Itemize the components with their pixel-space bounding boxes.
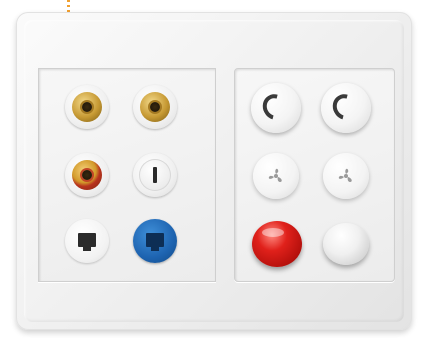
fan-switch-2[interactable] [323,153,369,199]
coax-icon [139,159,171,191]
ethernet-port-icon [78,233,96,247]
rca-gold-icon [140,92,170,122]
rca-gold-icon [72,92,102,122]
red-push-button[interactable] [252,221,302,267]
ethernet-socket-blue[interactable] [133,219,177,263]
rca-socket-gold-1[interactable] [65,85,109,129]
fan-icon [338,168,352,182]
rca-socket-red[interactable] [65,153,109,197]
fan-switch-1[interactable] [253,153,299,199]
ethernet-port-icon [146,233,164,247]
rca-socket-gold-2[interactable] [133,85,177,129]
av-socket-module [38,68,216,282]
corner-mark [67,0,70,12]
switch-module [234,68,395,282]
dimmer-dial-2[interactable] [321,83,371,133]
coax-socket[interactable] [133,153,177,197]
white-push-button[interactable] [323,223,369,265]
ethernet-socket-white[interactable] [65,219,109,263]
dial-arc-icon [328,89,362,125]
rca-red-icon [72,160,102,190]
fan-icon [268,168,282,182]
dial-arc-icon [258,89,292,125]
dimmer-dial-1[interactable] [251,83,301,133]
wall-plate [16,12,412,330]
